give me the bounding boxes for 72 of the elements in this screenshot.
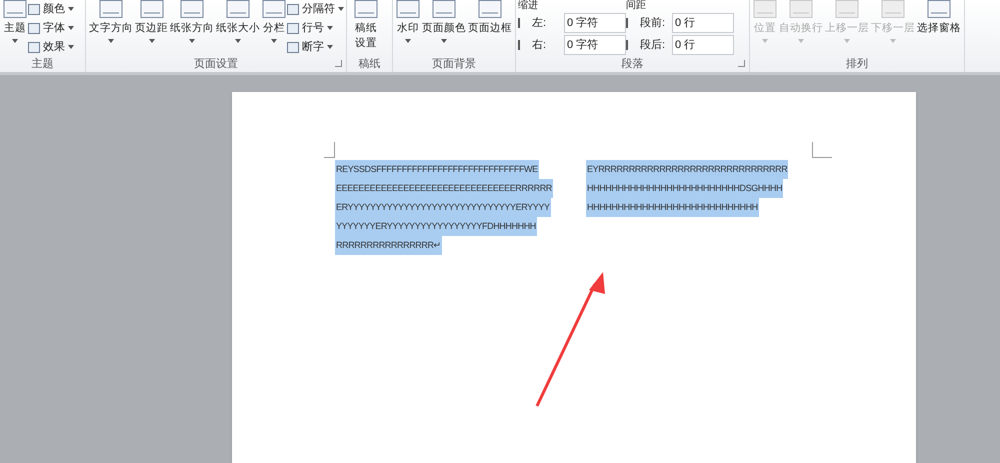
page-icon	[354, 0, 378, 18]
caret-icon	[405, 39, 411, 43]
ribbon-button[interactable]: 纸张大小	[215, 0, 261, 43]
page-icon	[927, 0, 951, 18]
ribbon-button[interactable]: 页面颜色	[421, 0, 467, 43]
caret-icon	[271, 39, 277, 43]
field-label: 左:	[532, 16, 548, 31]
ribbon-small-button[interactable]: 字体	[28, 19, 74, 37]
small-square-icon	[287, 4, 299, 14]
caret-icon	[762, 39, 768, 43]
caret-icon	[844, 39, 850, 43]
group-label: 页面设置	[194, 56, 238, 72]
ribbon-button[interactable]: 稿纸设置	[349, 0, 383, 51]
caret-icon	[327, 45, 333, 49]
section-heading: 间距	[626, 0, 647, 12]
group-label: 页面背景	[432, 56, 476, 72]
small-square-icon	[287, 42, 299, 52]
ribbon-small-button[interactable]: 颜色	[28, 0, 74, 18]
dialog-launcher-icon[interactable]	[738, 60, 745, 67]
corner-mark-icon	[812, 142, 832, 158]
caret-icon	[68, 45, 74, 49]
caret-icon	[189, 39, 195, 43]
caret-icon	[890, 39, 896, 43]
ribbon-button[interactable]: 页面边框	[467, 0, 513, 36]
section-heading: 缩进	[518, 0, 539, 12]
spin-field[interactable]: 0 行	[672, 35, 734, 55]
ribbon-small-button[interactable]: 分隔符	[287, 0, 344, 18]
ribbon-button[interactable]: 主题	[2, 0, 28, 43]
page-icon	[478, 0, 502, 18]
page-icon	[140, 0, 164, 18]
ribbon-small-button[interactable]: 效果	[28, 38, 74, 56]
page-icon	[226, 0, 250, 18]
ribbon-button[interactable]: 选择窗格	[916, 0, 962, 36]
ribbon-small-button[interactable]: 断字	[287, 38, 344, 56]
page-icon	[180, 0, 204, 18]
small-square-icon	[28, 4, 40, 14]
caret-icon	[798, 39, 804, 43]
small-square-icon	[28, 42, 40, 52]
spin-field[interactable]: 0 行	[672, 13, 734, 33]
field-label: 段前:	[640, 16, 666, 31]
caret-icon	[12, 39, 18, 43]
corner-mark-icon	[324, 142, 335, 158]
page-icon	[396, 0, 420, 18]
group-label: 稿纸	[358, 56, 380, 72]
group-label: 排列	[846, 56, 868, 72]
dialog-launcher-icon[interactable]	[335, 60, 342, 67]
ribbon-button[interactable]: 水印	[395, 0, 421, 43]
ribbon-button[interactable]: 文字方向	[88, 0, 134, 43]
caret-icon	[108, 39, 114, 43]
field-label: 右:	[532, 38, 548, 53]
spin-field[interactable]: 0 字符	[564, 35, 626, 55]
ribbon-button[interactable]: 分栏	[261, 0, 287, 43]
ribbon-button[interactable]: 纸张方向	[169, 0, 215, 43]
caret-icon	[68, 26, 74, 30]
group-label: 主题	[32, 56, 54, 72]
caret-icon	[441, 39, 447, 43]
spin-field[interactable]: 0 字符	[564, 13, 626, 33]
small-square-icon	[287, 22, 299, 34]
small-square-icon	[28, 22, 40, 34]
page-icon	[432, 0, 456, 18]
caret-icon	[327, 26, 333, 30]
caret-icon	[68, 7, 74, 11]
caret-icon	[338, 7, 344, 11]
page-icon	[3, 0, 27, 18]
page-icon	[99, 0, 123, 18]
page-icon	[262, 0, 286, 18]
field-label: 段后:	[640, 38, 666, 53]
ribbon-small-button[interactable]: 行号	[287, 19, 344, 37]
ribbon-button[interactable]: 页边距	[134, 0, 169, 43]
caret-icon	[148, 39, 154, 43]
caret-icon	[235, 39, 241, 43]
group-label: 段落	[622, 56, 644, 72]
